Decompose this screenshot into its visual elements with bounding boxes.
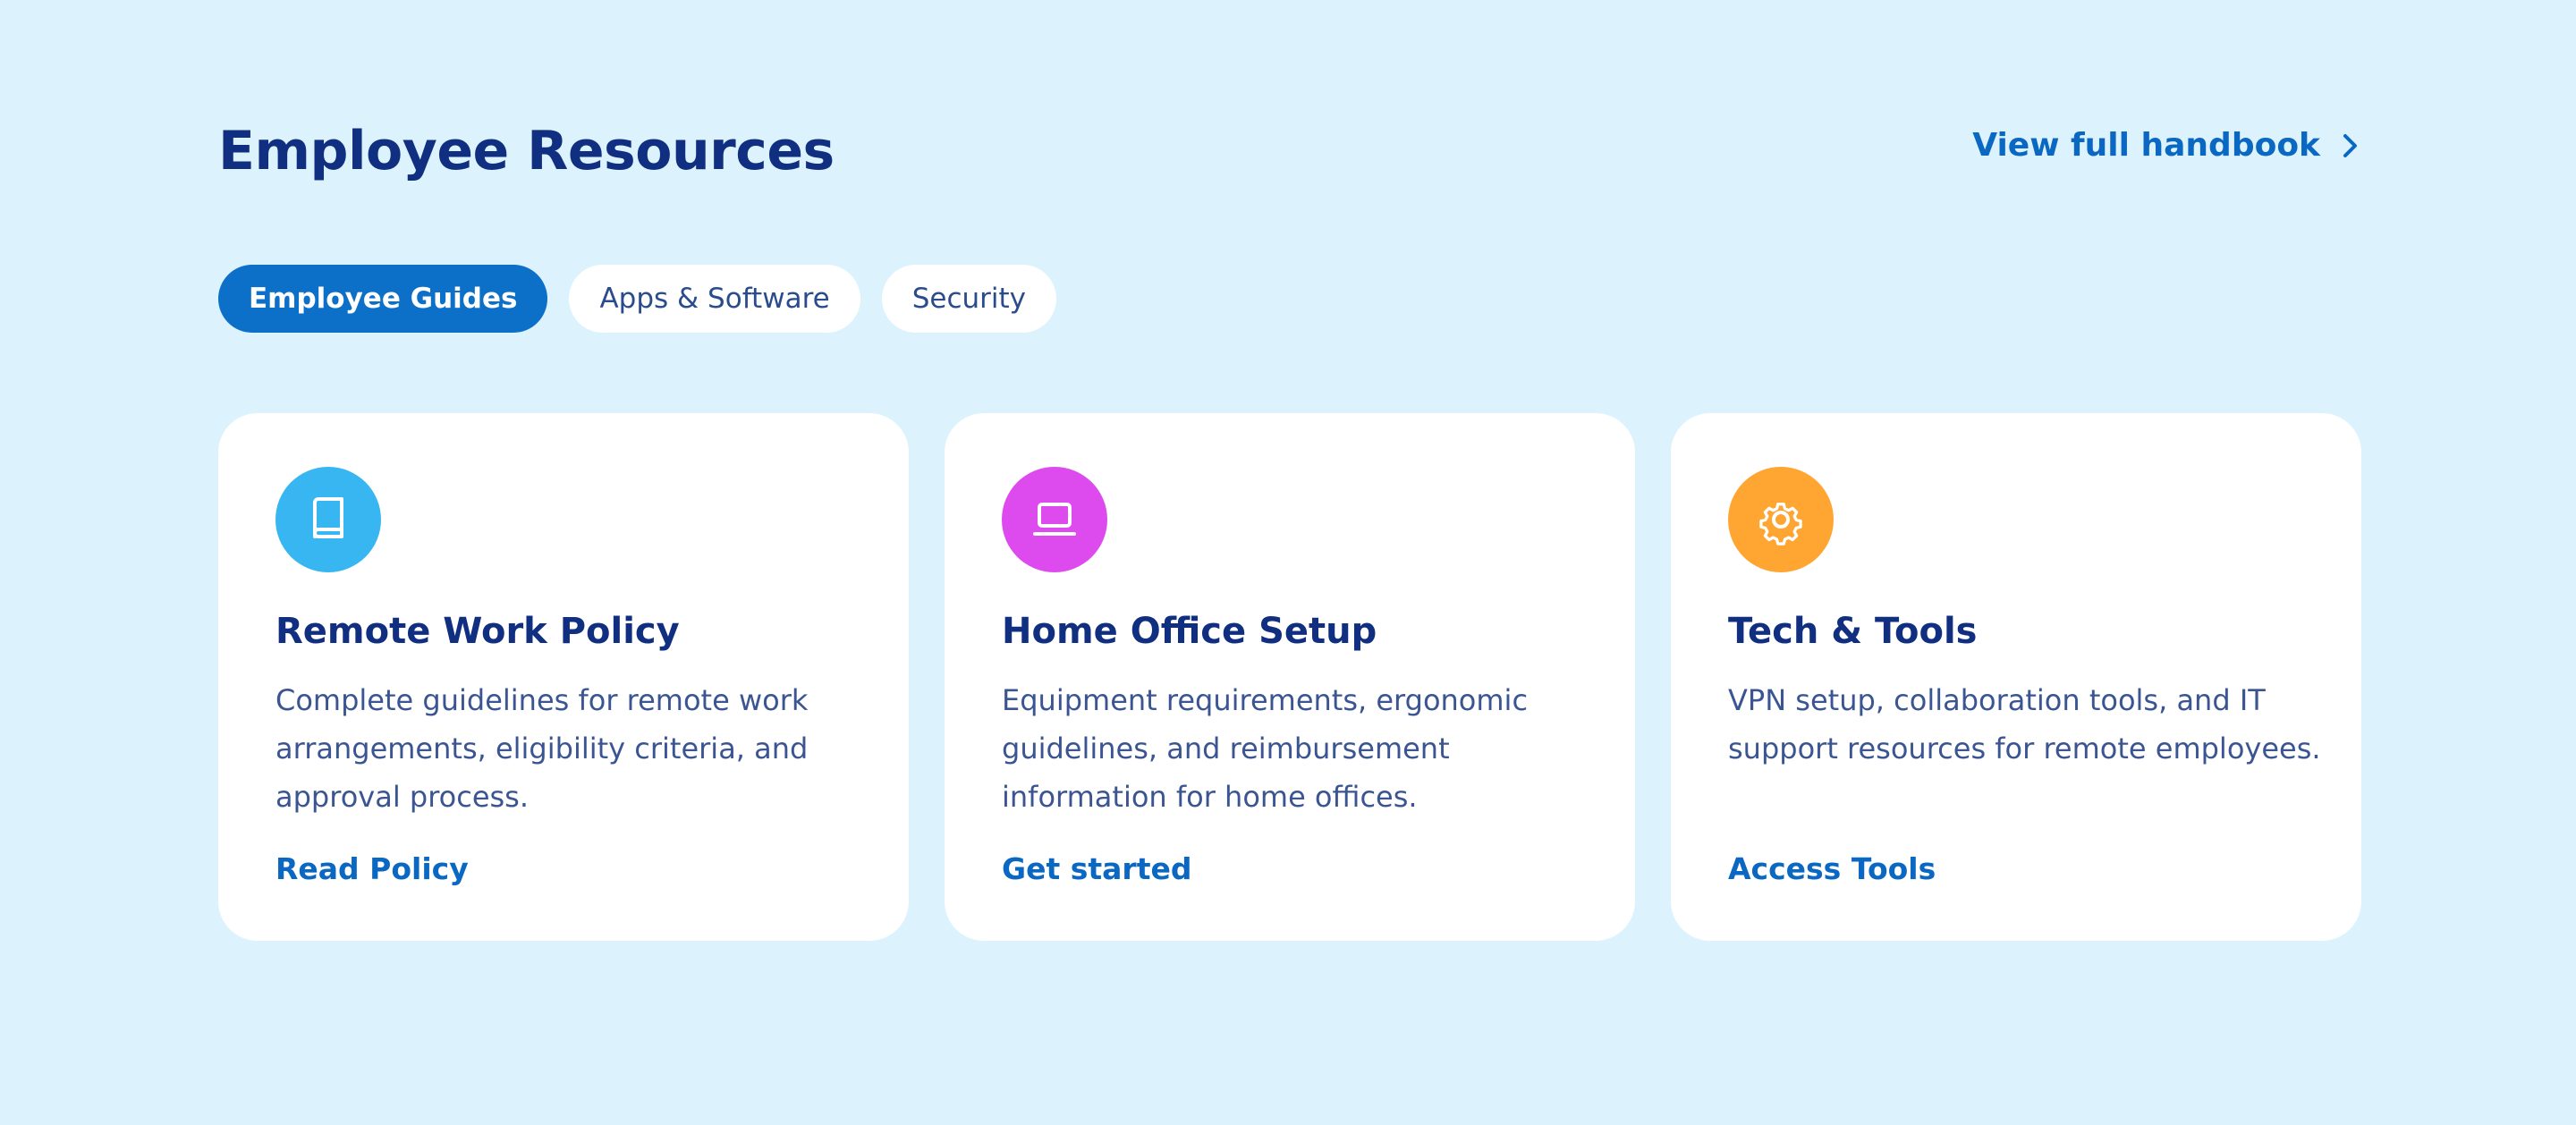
tab-security[interactable]: Security <box>881 265 1057 333</box>
chevron-right-icon <box>2343 133 2357 157</box>
card-tech-tools: Tech & Tools VPN setup, collaboration to… <box>1671 413 2361 941</box>
book-icon <box>313 497 343 538</box>
tab-employee-guides[interactable]: Employee Guides <box>218 265 548 333</box>
card-title: Tech & Tools <box>1728 611 1978 652</box>
tab-apps-software[interactable]: Apps & Software <box>569 265 860 333</box>
read-policy-link[interactable]: Read Policy <box>275 851 469 886</box>
card-title: Remote Work Policy <box>275 611 680 652</box>
view-handbook-label: View full handbook <box>1972 127 2320 164</box>
card-icon-badge <box>275 467 381 572</box>
card-description: Complete guidelines for remote work arra… <box>275 683 809 814</box>
card-description: VPN setup, collaboration tools, and IT s… <box>1728 683 2321 766</box>
card-remote-work-policy: Remote Work Policy Complete guidelines f… <box>218 413 909 941</box>
card-icon-badge <box>1728 467 1834 572</box>
get-started-link[interactable]: Get started <box>1002 851 1191 886</box>
category-tabs: Employee Guides Apps & Software Security <box>218 265 1057 333</box>
resource-cards: Remote Work Policy Complete guidelines f… <box>218 413 2361 941</box>
access-tools-link[interactable]: Access Tools <box>1728 851 1936 886</box>
section-header: Employee Resources View full handbook <box>218 111 2361 191</box>
resources-section: Employee Resources View full handbook Em… <box>218 0 2361 1125</box>
card-title: Home Office Setup <box>1002 611 1377 652</box>
view-handbook-link[interactable]: View full handbook <box>1972 127 2361 164</box>
card-icon-badge <box>1002 467 1107 572</box>
gear-icon <box>1759 503 1802 546</box>
laptop-icon <box>1033 503 1076 536</box>
card-home-office-setup: Home Office Setup Equipment requirements… <box>945 413 1635 941</box>
page-title: Employee Resources <box>218 120 835 182</box>
card-description: Equipment requirements, ergonomic guidel… <box>1002 683 1529 814</box>
